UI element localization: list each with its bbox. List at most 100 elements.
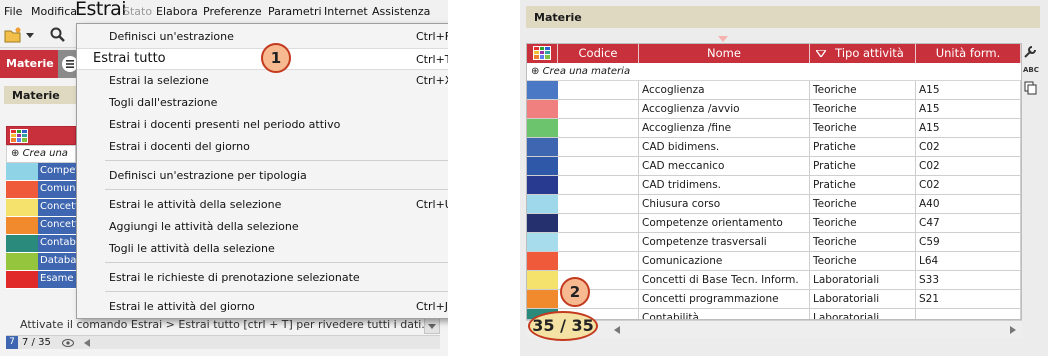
table-row[interactable]: Contabilità Laboratoriali [527, 309, 1021, 319]
menu-parametri[interactable]: Parametri [268, 5, 322, 18]
table-row[interactable]: Accoglienza Teoriche A15 [527, 81, 1021, 100]
copy-icon[interactable] [1023, 81, 1037, 95]
horizontal-scrollbar[interactable] [526, 320, 1022, 338]
column-header-unita-form[interactable]: Unità form. [916, 44, 1021, 63]
status-number-badge: 7 [6, 336, 18, 349]
cell-nome: CAD tridimens. [639, 176, 810, 194]
header-label: Tipo attività [835, 46, 904, 60]
color-grid-icon [533, 46, 551, 60]
color-swatch [527, 157, 558, 175]
menu-file[interactable]: File [4, 5, 22, 18]
menu-separator [105, 189, 448, 190]
color-swatch [527, 138, 558, 156]
status-count: 7 / 35 [22, 337, 51, 348]
menu-assistenza[interactable]: Assistenza [372, 5, 430, 18]
callout-badge-2: 2 [560, 277, 590, 307]
cell-nome: Concetti di Base Tecn. Inform. [639, 271, 810, 289]
menu-item-estrai-richieste[interactable]: Estrai le richieste di prenotazione sele… [77, 267, 448, 287]
menu-estrai[interactable]: Estrai [75, 0, 127, 20]
cell-nome: Accoglienza /fine [639, 119, 810, 137]
cell-nome: Comunicazione [639, 252, 810, 270]
menu-item-estrai-selezione[interactable]: Estrai la selezioneCtrl+X [77, 70, 448, 90]
cell-tipo: Teoriche [810, 233, 916, 251]
cell-unita: A15 [916, 100, 1021, 118]
menu-preferenze[interactable]: Preferenze [203, 5, 262, 18]
list-item[interactable]: Compet [6, 163, 76, 181]
cell-tipo: Laboratoriali [810, 290, 916, 308]
section-title: Materie [4, 86, 78, 104]
color-column-header[interactable] [527, 44, 558, 63]
cell-unita: S33 [916, 271, 1021, 289]
menu-elabora[interactable]: Elabora [156, 5, 198, 18]
color-swatch [527, 81, 558, 99]
color-swatch [527, 252, 558, 270]
color-swatch [527, 271, 558, 289]
menu-item-estrai-attivita-giorno[interactable]: Estrai le attività del giorno Ctrl+J [77, 296, 448, 316]
menu-item-estrai-attivita-selezione[interactable]: Estrai le attività della selezioneCtrl+U [77, 194, 448, 214]
chevron-right-icon[interactable] [1010, 326, 1016, 334]
column-header-codice[interactable]: Codice [558, 44, 639, 63]
list-item[interactable]: Concett [6, 217, 76, 235]
chevron-left-icon[interactable] [614, 326, 620, 334]
create-row[interactable]: ⊕ Crea una [6, 145, 76, 163]
color-swatch [527, 290, 558, 308]
open-folder-icon[interactable] [4, 27, 22, 43]
menu-modifica[interactable]: Modifica [31, 5, 77, 18]
item-label: Comuni [38, 181, 76, 198]
column-header-tipo-attivita[interactable]: Tipo attività [810, 44, 916, 63]
cell-unita: C02 [916, 157, 1021, 175]
menu-item-estrazione-tipologia[interactable]: Definisci un'estrazione per tipologia [77, 165, 448, 185]
search-icon[interactable] [50, 27, 66, 43]
table-row[interactable]: Comunicazione Teoriche L64 [527, 252, 1021, 271]
cell-tipo: Pratiche [810, 157, 916, 175]
menu-separator [105, 291, 448, 292]
table-row[interactable]: Accoglienza /avvio Teoriche A15 [527, 100, 1021, 119]
list-item[interactable]: Contabi [6, 235, 76, 253]
chevron-down-icon [428, 324, 436, 329]
list-item[interactable]: Databas [6, 253, 76, 271]
color-grid-icon[interactable] [10, 129, 28, 143]
list-item[interactable]: Esame [6, 271, 76, 289]
scroll-down-button[interactable] [424, 318, 440, 334]
table-row[interactable]: Competenze trasversali Teoriche C59 [527, 233, 1021, 252]
table-row[interactable]: Accoglienza /fine Teoriche A15 [527, 119, 1021, 138]
menu-item-togli-estrazione[interactable]: Togli dall'estrazione [77, 92, 448, 112]
table-row[interactable]: Concetti programmazione Laboratoriali S21 [527, 290, 1021, 309]
tab-materie[interactable]: Materie [0, 50, 58, 78]
add-icon: ⊕ [531, 66, 540, 77]
eye-icon[interactable] [62, 338, 74, 348]
list-item[interactable]: Concett [6, 199, 76, 217]
spellcheck-icon[interactable]: ABC [1023, 63, 1039, 77]
create-row[interactable]: ⊕ Crea una materia [527, 63, 1021, 81]
chevron-left-icon[interactable] [84, 339, 90, 347]
table-row[interactable]: Concetti di Base Tecn. Inform. Laboratori… [527, 271, 1021, 290]
color-swatch [527, 214, 558, 232]
menu-item-estrai-docenti-periodo[interactable]: Estrai i docenti presenti nel periodo at… [77, 114, 448, 134]
column-header-nome[interactable]: Nome [639, 44, 810, 63]
cell-unita: C02 [916, 176, 1021, 194]
cell-unita [916, 309, 1021, 319]
cell-tipo: Teoriche [810, 252, 916, 270]
menu-stato[interactable]: Stato [123, 5, 152, 18]
menu-item-definisci-estrazione[interactable]: Definisci un'estrazione Ctrl+F [77, 26, 448, 46]
menu-internet[interactable]: Internet [324, 5, 368, 18]
chevron-down-icon[interactable] [26, 33, 34, 39]
hint-text: Attivate il comando Estrai > Estrai tutt… [20, 318, 425, 331]
menu-item-togli-attivita[interactable]: Togli le attività della selezione [77, 238, 448, 258]
cell-nome: Competenze orientamento [639, 214, 810, 232]
menu-item-aggiungi-attivita[interactable]: Aggiungi le attività della selezione [77, 216, 448, 236]
cell-nome: Chiusura corso [639, 195, 810, 213]
table-row[interactable]: CAD meccanico Pratiche C02 [527, 157, 1021, 176]
cell-unita: A15 [916, 119, 1021, 137]
table-row[interactable]: CAD tridimens. Pratiche C02 [527, 176, 1021, 195]
table-row[interactable]: Competenze orientamento Teoriche C47 [527, 214, 1021, 233]
table-row[interactable]: CAD bidimens. Pratiche C02 [527, 138, 1021, 157]
cell-tipo: Laboratoriali [810, 309, 916, 319]
menu-item-estrai-docenti-giorno[interactable]: Estrai i docenti del giorno [77, 136, 448, 156]
list-item[interactable]: Comuni [6, 181, 76, 199]
wrench-icon[interactable] [1023, 45, 1037, 59]
table-row[interactable]: Chiusura corso Teoriche A40 [527, 195, 1021, 214]
cell-tipo: Teoriche [810, 119, 916, 137]
callout-badge-1: 1 [261, 43, 291, 73]
section-title: Materie [526, 6, 1040, 28]
